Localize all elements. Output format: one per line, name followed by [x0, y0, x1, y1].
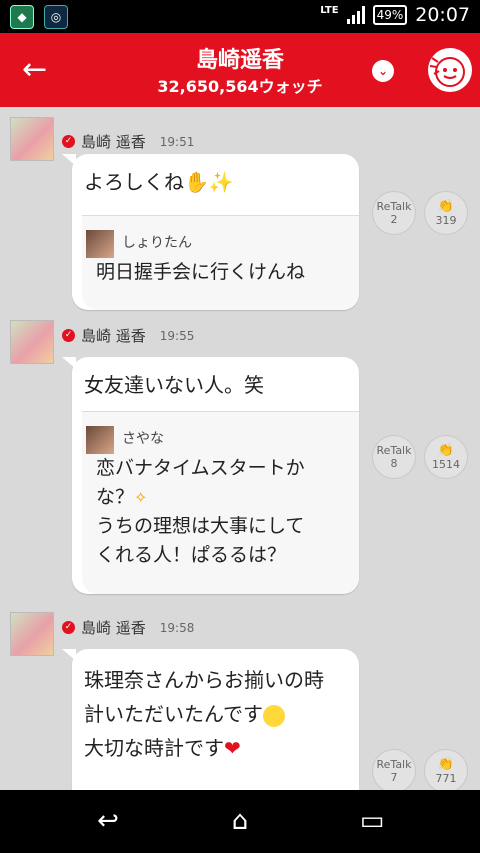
commenter-name: さやな	[122, 431, 164, 447]
sparkle-emoji-icon: ✨	[208, 170, 234, 194]
watch-count: 32,650,564ウォッチ	[157, 77, 323, 96]
talk-message: ✓ 島崎 遥香 19:55 女友達いない人。笑 さやな 恋バナタイムスタートか …	[0, 320, 480, 600]
quoted-comment: しょりたん 明日握手会に行くけんね	[82, 215, 359, 310]
smile-emoji-icon	[263, 704, 285, 727]
clap-icon: 👏	[437, 199, 455, 214]
signal-icon	[346, 6, 365, 24]
post-time: 19:55	[159, 328, 195, 343]
verified-icon: ✓	[62, 135, 75, 148]
verified-icon: ✓	[62, 621, 75, 634]
notification-game-icon: ◎	[44, 5, 68, 29]
message-line: 大切な時計です	[84, 736, 224, 760]
talk-message: ✓ 島崎 遥香 19:51 よろしくね✋✨ しょりたん 明日握手会に行くけんね …	[0, 117, 480, 317]
quoted-comment: さやな 恋バナタイムスタートか な？✧ うちの理想は大事にして くれる人！ぱるる…	[82, 411, 359, 594]
heart-emoji-icon: ❤	[224, 736, 241, 760]
clap-button[interactable]: 👏 1514	[424, 435, 468, 479]
navigation-bar: ↩ ⌂ ▭	[0, 790, 480, 853]
comment-text: 明日握手会に行くけんね	[96, 261, 306, 283]
retalk-count: 7	[390, 771, 398, 784]
nav-home-icon[interactable]: ⌂	[220, 806, 260, 836]
clap-count: 319	[435, 214, 457, 227]
verified-icon: ✓	[62, 329, 75, 342]
nav-recents-icon[interactable]: ▭	[352, 806, 392, 836]
clap-count: 771	[435, 772, 457, 785]
message-line: 珠理奈さんからお揃いの時	[84, 668, 324, 692]
message-bubble[interactable]: 珠理奈さんからお揃いの時 計いただいたんです 大切な時計です❤	[62, 649, 359, 790]
notification-app-icon: ◆	[10, 5, 34, 29]
clap-button[interactable]: 👏 771	[424, 749, 468, 790]
avatar[interactable]	[10, 117, 54, 161]
author-name: 島崎 遥香	[81, 133, 146, 151]
commenter-avatar	[86, 426, 114, 454]
avatar[interactable]	[10, 612, 54, 656]
retalk-button[interactable]: ReTalk 8	[372, 435, 416, 479]
message-text: よろしくね	[84, 170, 184, 194]
talk-feed[interactable]: ✓ 島崎 遥香 19:51 よろしくね✋✨ しょりたん 明日握手会に行くけんね …	[0, 107, 480, 790]
retalk-count: 8	[390, 457, 398, 470]
commenter-avatar	[86, 230, 114, 258]
comment-line: 恋バナタイムスタートか	[96, 457, 305, 479]
comment-line: うちの理想は大事にして	[96, 515, 305, 537]
battery-indicator: 49%	[372, 5, 408, 25]
status-bar: ◆ ◎ LTE 49% 20:07	[0, 0, 480, 33]
clap-button[interactable]: 👏 319	[424, 191, 468, 235]
retalk-button[interactable]: ReTalk 7	[372, 749, 416, 790]
talk-message: ✓ 島崎 遥香 19:58 珠理奈さんからお揃いの時 計いただいたんです 大切な…	[0, 612, 480, 790]
dropdown-icon[interactable]: ⌄	[372, 60, 394, 82]
clap-icon: 👏	[437, 443, 455, 458]
post-time: 19:58	[159, 620, 195, 635]
page-title: 島崎遥香	[195, 48, 284, 73]
commenter-name: しょりたん	[122, 235, 192, 251]
author-name: 島崎 遥香	[81, 327, 146, 345]
message-line: 計いただいたんです	[84, 702, 263, 726]
mascot-icon[interactable]	[428, 48, 472, 92]
network-type: LTE	[320, 4, 339, 16]
avatar[interactable]	[10, 320, 54, 364]
sparkle-emoji-icon: ✧	[134, 488, 148, 507]
nav-back-icon[interactable]: ↩	[88, 806, 128, 836]
message-text: 女友達いない人。笑	[84, 373, 264, 397]
comment-line: な？	[96, 486, 135, 508]
hand-emoji-icon: ✋	[184, 170, 209, 194]
clock: 20:07	[415, 4, 470, 26]
message-bubble[interactable]: 女友達いない人。笑 さやな 恋バナタイムスタートか な？✧ うちの理想は大事にし…	[62, 357, 359, 594]
retalk-button[interactable]: ReTalk 2	[372, 191, 416, 235]
clap-icon: 👏	[437, 757, 455, 772]
app-header: ← 島崎遥香 32,650,564ウォッチ ⌄	[0, 33, 480, 107]
comment-line: くれる人！ぱるるは？	[96, 544, 287, 566]
author-name: 島崎 遥香	[81, 619, 146, 637]
retalk-count: 2	[390, 213, 398, 226]
post-time: 19:51	[159, 134, 195, 149]
message-bubble[interactable]: よろしくね✋✨ しょりたん 明日握手会に行くけんね	[62, 154, 359, 310]
clap-count: 1514	[432, 458, 460, 471]
